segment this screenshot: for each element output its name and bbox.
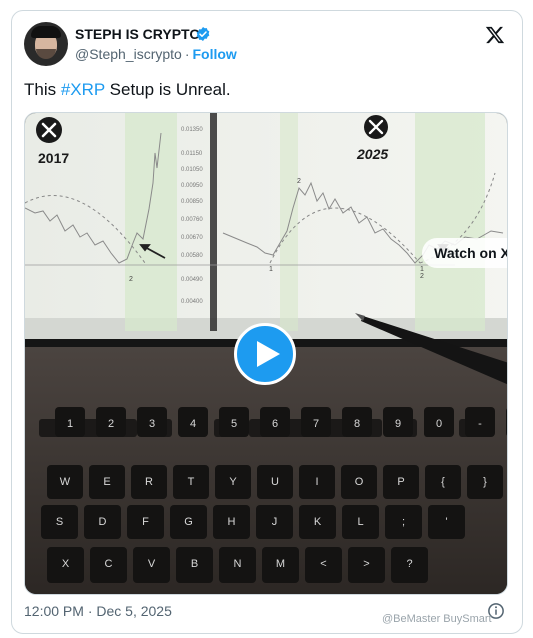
key-label: P <box>397 476 404 488</box>
key-label: { <box>441 476 445 488</box>
key-label: - <box>478 418 482 430</box>
post-text: This #XRP Setup is Unreal. <box>24 80 231 100</box>
key-label: N <box>234 558 242 570</box>
verified-badge-icon <box>196 27 210 41</box>
key-label: X <box>62 558 70 570</box>
key-label: 3 <box>149 418 155 430</box>
overlay-year-right: 2025 <box>356 146 388 162</box>
key-label: L <box>357 516 363 528</box>
watch-on-x-button[interactable]: Watch on X <box>422 238 507 268</box>
avatar-beard <box>36 49 56 59</box>
key-label: O <box>355 476 364 488</box>
chart-tick: 0.01050 <box>181 167 203 173</box>
play-icon <box>257 341 280 367</box>
chart-marker: 1 <box>269 266 273 273</box>
key-label: M <box>276 558 285 570</box>
key-label: 2 <box>108 418 114 430</box>
play-button[interactable] <box>234 323 296 385</box>
chart-marker: 1 <box>420 266 424 273</box>
key-label: S <box>56 516 63 528</box>
key-label: ' <box>445 516 447 528</box>
chart-tick: 0.00850 <box>181 199 203 205</box>
key-label: I <box>315 476 318 488</box>
key-label: G <box>184 516 193 528</box>
chart-tick: 0.00950 <box>181 183 203 189</box>
key-label: V <box>148 558 156 570</box>
key-label: K <box>314 516 322 528</box>
key-label: J <box>272 516 278 528</box>
key-label: C <box>105 558 113 570</box>
follow-button[interactable]: Follow <box>193 46 237 62</box>
x-logo-icon[interactable] <box>485 25 505 45</box>
chart-tick: 0.00490 <box>181 277 203 283</box>
key-label: D <box>99 516 107 528</box>
key-label: Y <box>229 476 237 488</box>
key-label: ? <box>406 558 412 570</box>
chart-tick: 0.01350 <box>181 127 203 133</box>
key-label: ; <box>402 516 405 528</box>
overlay-year-left: 2017 <box>38 150 69 166</box>
key-label: 8 <box>354 418 360 430</box>
chart-marker: 2 <box>420 273 424 280</box>
key-label: 7 <box>313 418 319 430</box>
avatar-cap <box>31 26 61 38</box>
key-label: 9 <box>395 418 401 430</box>
key <box>506 408 507 436</box>
post-text-before: This <box>24 80 61 99</box>
key-label: < <box>320 558 326 570</box>
chart-tick: 0.00580 <box>181 253 203 259</box>
chart-marker: 2 <box>129 276 133 283</box>
author-name[interactable]: STEPH IS CRYPTO <box>75 26 200 42</box>
key-label: 6 <box>272 418 278 430</box>
key-label: B <box>191 558 198 570</box>
key-label: T <box>188 476 195 488</box>
chart-tick: 0.00670 <box>181 235 203 241</box>
post-timestamp[interactable]: 12:00 PM · Dec 5, 2025 <box>24 603 172 619</box>
key-label: } <box>483 476 487 488</box>
chart-tick: 0.01150 <box>181 151 203 157</box>
key-label: > <box>363 558 369 570</box>
key-label: U <box>271 476 279 488</box>
meta-separator: · <box>184 46 190 62</box>
avatar[interactable] <box>24 22 68 66</box>
key-label: H <box>228 516 236 528</box>
hashtag-link[interactable]: #XRP <box>61 80 105 99</box>
author-handle[interactable]: @Steph_iscrypto <box>75 46 182 62</box>
author-meta: @Steph_iscrypto · Follow <box>75 46 237 62</box>
chart-tick: 0.00400 <box>181 299 203 305</box>
chart-marker: 2 <box>297 178 301 185</box>
post-text-after: Setup is Unreal. <box>104 80 231 99</box>
key-label: 5 <box>231 418 237 430</box>
watermark: @BeMaster BuySmart <box>382 613 492 625</box>
key-label: 4 <box>190 418 196 430</box>
key-label: E <box>103 476 110 488</box>
key-label: 1 <box>67 418 73 430</box>
key-label: R <box>145 476 153 488</box>
key-label: 0 <box>436 418 442 430</box>
chart-tick: 0.00760 <box>181 217 203 223</box>
key-label: F <box>142 516 149 528</box>
key-label: W <box>60 476 71 488</box>
